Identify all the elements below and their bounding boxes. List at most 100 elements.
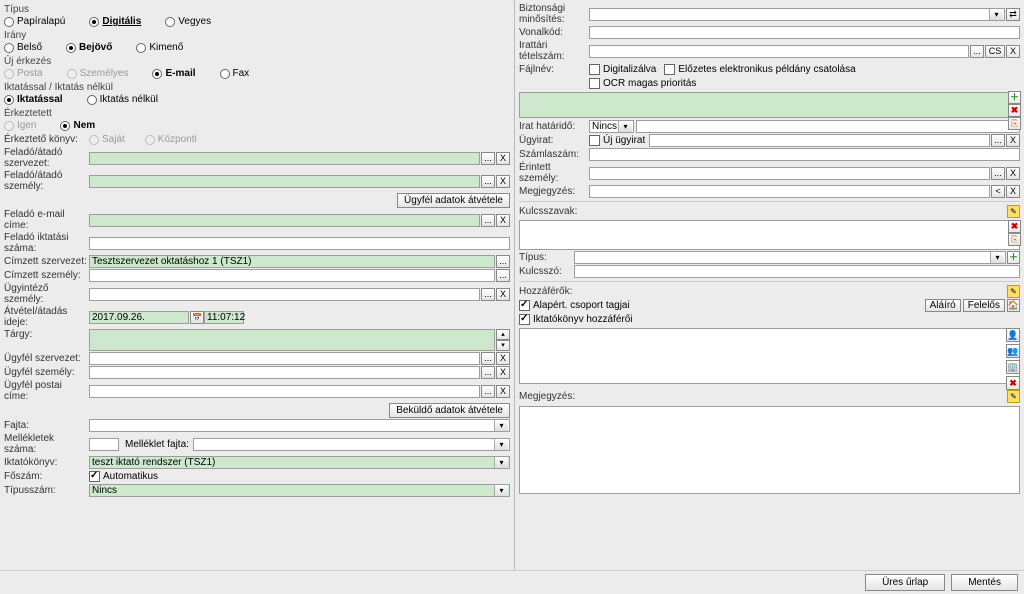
radio-iktassal[interactable]: Iktatással: [4, 94, 63, 105]
cimzett-szemely-field[interactable]: [89, 269, 495, 282]
megjegyzes-field[interactable]: [589, 185, 990, 198]
felado-iktatasi-field[interactable]: [89, 237, 510, 250]
fajta-dropdown[interactable]: [89, 419, 510, 432]
erintett-clear[interactable]: X: [1006, 167, 1020, 180]
hozzaferok-icon-1[interactable]: 👤: [1006, 328, 1020, 342]
kulcsszo-field[interactable]: [574, 265, 1020, 278]
felelos-button[interactable]: Felelős: [963, 299, 1005, 312]
radio-nem[interactable]: Nem: [60, 120, 95, 131]
irattari-field[interactable]: [589, 45, 969, 58]
ugyfel-szemely-clear[interactable]: X: [496, 366, 510, 379]
kulcsszavak-note-icon[interactable]: ✎: [1007, 205, 1020, 218]
megjegyzes2-textarea[interactable]: [519, 406, 1020, 494]
cimzett-szervezet-browse[interactable]: ...: [496, 255, 510, 268]
ugyfel-szervezet-clear[interactable]: X: [496, 352, 510, 365]
iktatokonyv-hozza-checkbox[interactable]: [519, 314, 530, 325]
radio-papir[interactable]: Papíralapú: [4, 16, 65, 27]
file-link-icon[interactable]: ⎘: [1008, 117, 1021, 130]
radio-vegyes[interactable]: Vegyes: [165, 16, 211, 27]
mellekletek-szama-field[interactable]: [89, 438, 119, 451]
ugyintezo-szemely-field[interactable]: [89, 288, 480, 301]
biztonsagi-dropdown[interactable]: [589, 8, 1005, 21]
melleklet-fajta-dropdown[interactable]: [193, 438, 510, 451]
felado-szervezet-browse[interactable]: ...: [481, 152, 495, 165]
calendar-icon[interactable]: 📅: [190, 311, 204, 324]
ocr-checkbox[interactable]: [589, 78, 600, 89]
erintett-field[interactable]: [589, 167, 990, 180]
radio-belso[interactable]: Belső: [4, 42, 42, 53]
ugyirat-browse[interactable]: ...: [991, 134, 1005, 147]
file-area[interactable]: [519, 92, 1020, 118]
atvetel-date-field[interactable]: 2017.09.26.: [89, 311, 189, 324]
tipus-add-icon[interactable]: ＋: [1007, 251, 1020, 264]
ugyfel-szervezet-browse[interactable]: ...: [481, 352, 495, 365]
kulcsszavak-list[interactable]: [519, 220, 1020, 250]
felado-email-browse[interactable]: ...: [481, 214, 495, 227]
alairo-button[interactable]: Aláíró: [925, 299, 961, 312]
iktatokonyv-dropdown[interactable]: teszt iktató rendszer (TSZ1): [89, 456, 510, 469]
automatikus-checkbox[interactable]: [89, 471, 100, 482]
atvetel-time-field[interactable]: 11:07:12: [204, 311, 244, 324]
ugyintezo-szemely-clear[interactable]: X: [496, 288, 510, 301]
bekuldo-adatok-atvetele-button[interactable]: Beküldő adatok átvétele: [389, 403, 510, 418]
cimzett-szervezet-field[interactable]: Tesztszervezet oktatáshoz 1 (TSZ1): [89, 255, 495, 268]
felado-email-field[interactable]: [89, 214, 480, 227]
targy-up-icon[interactable]: ▴: [496, 329, 510, 340]
irat-hatarido-dropdown[interactable]: Nincs: [589, 120, 634, 133]
ugyfel-postai-field[interactable]: [89, 385, 480, 398]
felado-szemely-field[interactable]: [89, 175, 480, 188]
irany-title: Irány: [4, 30, 510, 41]
uj-ugyirat-checkbox[interactable]: [589, 135, 600, 146]
irattari-browse[interactable]: ...: [970, 45, 984, 58]
felado-szervezet-clear[interactable]: X: [496, 152, 510, 165]
targy-field[interactable]: [89, 329, 495, 351]
radio-digitalis[interactable]: Digitális: [89, 16, 141, 27]
radio-kimeno[interactable]: Kimenő: [136, 42, 183, 53]
felado-szemely-browse[interactable]: ...: [481, 175, 495, 188]
ugyirat-field[interactable]: [649, 134, 990, 147]
radio-bejovo[interactable]: Bejövő: [66, 42, 112, 53]
targy-down-icon[interactable]: ▾: [496, 340, 510, 351]
hozzaferok-home-icon[interactable]: 🏠: [1007, 299, 1020, 312]
megjegyzes-clear[interactable]: X: [1006, 185, 1020, 198]
ugyintezo-szemely-browse[interactable]: ...: [481, 288, 495, 301]
ugyfel-szervezet-field[interactable]: [89, 352, 480, 365]
file-delete-icon[interactable]: ✖: [1008, 104, 1021, 117]
felado-szemely-clear[interactable]: X: [496, 175, 510, 188]
irattari-cs[interactable]: CS: [985, 45, 1005, 58]
digitalizalva-checkbox[interactable]: [589, 64, 600, 75]
tipusszam-dropdown[interactable]: Nincs: [89, 484, 510, 497]
megjegyzes-lt[interactable]: <: [991, 185, 1005, 198]
vonalkod-field[interactable]: [589, 26, 1020, 39]
file-add-icon[interactable]: ＋: [1008, 91, 1021, 104]
szamlaszam-field[interactable]: [589, 148, 1020, 161]
radio-email[interactable]: E-mail: [152, 68, 195, 79]
hozzaferok-delete-icon[interactable]: ✖: [1006, 376, 1020, 390]
ugyfel-postai-clear[interactable]: X: [496, 385, 510, 398]
ugyfel-szemely-field[interactable]: [89, 366, 480, 379]
tipus-dropdown[interactable]: [574, 251, 1006, 264]
irattari-clear[interactable]: X: [1006, 45, 1020, 58]
biztonsagi-action[interactable]: ⇄: [1006, 8, 1020, 21]
cimzett-szemely-browse[interactable]: ...: [496, 269, 510, 282]
kulcsszavak-delete-icon[interactable]: ✖: [1008, 220, 1021, 233]
radio-iktnelkul[interactable]: Iktatás nélkül: [87, 94, 158, 105]
ures-urlap-button[interactable]: Üres űrlap: [865, 574, 945, 591]
ugyfel-adatok-atvetele-button[interactable]: Ügyfél adatok átvétele: [397, 193, 510, 208]
ugyfel-postai-browse[interactable]: ...: [481, 385, 495, 398]
kulcsszavak-link-icon[interactable]: ⎘: [1008, 233, 1021, 246]
felado-email-clear[interactable]: X: [496, 214, 510, 227]
mentes-button[interactable]: Mentés: [951, 574, 1018, 591]
hozzaferok-note-icon[interactable]: ✎: [1007, 285, 1020, 298]
alapert-checkbox[interactable]: [519, 300, 530, 311]
erintett-browse[interactable]: ...: [991, 167, 1005, 180]
elozetes-checkbox[interactable]: [664, 64, 675, 75]
hozzaferok-list[interactable]: [519, 328, 1020, 384]
radio-fax[interactable]: Fax: [220, 68, 250, 79]
hozzaferok-icon-2[interactable]: 👥: [1006, 344, 1020, 358]
irat-hatarido-field[interactable]: [636, 120, 1020, 133]
hozzaferok-icon-3[interactable]: 🏢: [1006, 360, 1020, 374]
ugyirat-clear[interactable]: X: [1006, 134, 1020, 147]
felado-szervezet-field[interactable]: [89, 152, 480, 165]
ugyfel-szemely-browse[interactable]: ...: [481, 366, 495, 379]
